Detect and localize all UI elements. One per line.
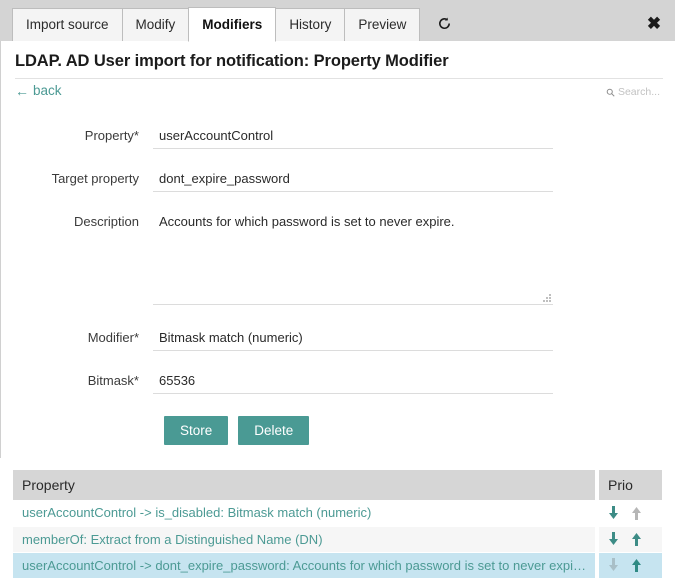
row-property-label[interactable]: memberOf: Extract from a Distinguished N… <box>13 526 597 552</box>
delete-button[interactable]: Delete <box>238 416 309 445</box>
table-body: userAccountControl -> is_disabled: Bitma… <box>13 500 662 578</box>
back-arrow-icon: ← <box>15 84 29 98</box>
priority-arrows <box>605 506 656 520</box>
label-target-property: Target property <box>1 166 153 192</box>
form-row-description: Description <box>1 209 675 308</box>
form-row-property: Property* <box>1 123 675 149</box>
move-up-icon[interactable] <box>631 532 642 546</box>
table-row[interactable]: userAccountControl -> dont_expire_passwo… <box>13 552 662 578</box>
column-header-prio: Prio <box>597 470 662 500</box>
priority-arrows <box>605 532 656 546</box>
row-prio-cell <box>597 552 662 578</box>
tab-modify[interactable]: Modify <box>122 8 190 41</box>
tab-preview[interactable]: Preview <box>344 8 420 41</box>
search-box[interactable]: Search... <box>606 86 660 98</box>
form-row-modifier: Modifier* <box>1 325 675 351</box>
property-input[interactable] <box>153 123 553 149</box>
column-header-property: Property <box>13 470 597 500</box>
tab-label: Modifiers <box>202 17 262 32</box>
label-description: Description <box>1 209 153 235</box>
priority-arrows <box>605 558 656 572</box>
refresh-icon[interactable] <box>433 12 455 34</box>
row-property-label[interactable]: userAccountControl -> dont_expire_passwo… <box>13 552 597 578</box>
search-icon <box>606 88 615 97</box>
modifier-select[interactable] <box>153 325 553 351</box>
tab-bar: Import source Modify Modifiers History P… <box>0 0 675 41</box>
table-row[interactable]: userAccountControl -> is_disabled: Bitma… <box>13 500 662 526</box>
move-down-icon <box>608 558 619 572</box>
refresh-glyph <box>437 16 452 31</box>
row-prio-cell <box>597 526 662 552</box>
modifiers-table: Property Prio userAccountControl -> is_d… <box>13 470 662 579</box>
label-property: Property* <box>1 123 153 149</box>
tab-label: Import source <box>26 17 109 32</box>
move-down-icon[interactable] <box>608 532 619 546</box>
content-panel: LDAP. AD User import for notification: P… <box>0 41 675 458</box>
back-label: back <box>33 83 62 98</box>
title-divider <box>15 78 663 79</box>
description-textarea[interactable] <box>153 209 553 305</box>
target-property-input[interactable] <box>153 166 553 192</box>
search-placeholder: Search... <box>618 86 660 98</box>
form-row-target-property: Target property <box>1 166 675 192</box>
table-row[interactable]: memberOf: Extract from a Distinguished N… <box>13 526 662 552</box>
table-header-row: Property Prio <box>13 470 662 500</box>
back-link[interactable]: ← back <box>15 83 62 98</box>
move-down-icon[interactable] <box>608 506 619 520</box>
row-prio-cell <box>597 500 662 526</box>
tab-label: History <box>289 17 331 32</box>
move-up-icon[interactable] <box>631 558 642 572</box>
description-wrapper <box>153 209 553 308</box>
form-row-bitmask: Bitmask* <box>1 368 675 394</box>
modifier-form: Property* Target property Description <box>1 123 675 445</box>
bitmask-input[interactable] <box>153 368 553 394</box>
store-button[interactable]: Store <box>164 416 228 445</box>
tab-label: Modify <box>136 17 176 32</box>
label-modifier: Modifier* <box>1 325 153 351</box>
close-icon[interactable]: ✖ <box>643 12 665 34</box>
move-up-icon <box>631 506 642 520</box>
form-actions: Store Delete <box>164 416 675 445</box>
tab-history[interactable]: History <box>275 8 345 41</box>
tab-import-source[interactable]: Import source <box>12 8 123 41</box>
tab-modifiers[interactable]: Modifiers <box>188 7 276 42</box>
tab-label: Preview <box>358 17 406 32</box>
row-property-label[interactable]: userAccountControl -> is_disabled: Bitma… <box>13 500 597 526</box>
page-title: LDAP. AD User import for notification: P… <box>15 52 449 71</box>
label-bitmask: Bitmask* <box>1 368 153 394</box>
modifiers-window: Import source Modify Modifiers History P… <box>0 0 675 586</box>
